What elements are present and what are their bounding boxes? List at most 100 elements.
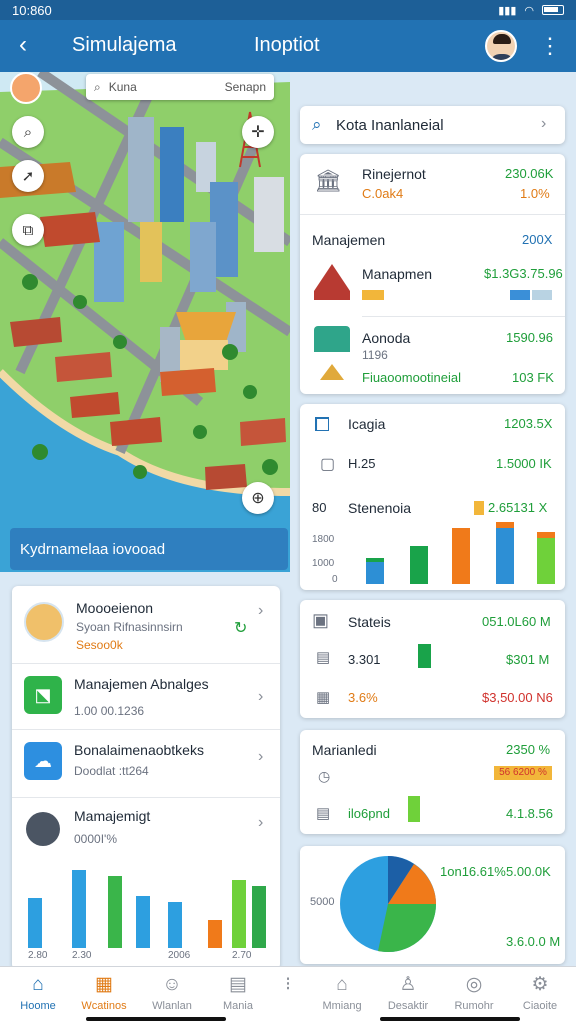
status-badge	[510, 290, 530, 300]
nav-buildings[interactable]: ⌂ Mmiang	[310, 973, 374, 1012]
pie-icon	[26, 812, 60, 846]
finance-section-val: 200X	[522, 232, 553, 247]
nav-records[interactable]: ◎ Rumohr	[442, 973, 506, 1012]
chevron-right-icon: ›	[541, 115, 547, 132]
chart-bar	[72, 870, 86, 948]
stats2-row3-val: $3,50.00 N6	[482, 690, 553, 705]
management-list: Moooeienon Syoan Rifnasinnsirn Sesoo0k ↻…	[12, 586, 280, 970]
list-item-meta: Sesoo0k	[76, 638, 123, 652]
list-item-sub: Doodlat :tt264	[74, 764, 149, 778]
finance-row1-pct: 1.0%	[520, 186, 550, 201]
nav-label: Mania	[223, 1000, 253, 1012]
map-layers-button[interactable]: ⧉	[12, 214, 44, 246]
pie-label1: 1on16.61%	[440, 864, 506, 879]
list-item[interactable]: Moooeienon Syoan Rifnasinnsirn Sesoo0k ↻…	[12, 586, 280, 662]
list-item-title: Bonalaimenaobtkeks	[74, 742, 204, 758]
book-icon: ▤	[229, 974, 247, 995]
nav-activities[interactable]: ▦ Wcatinos	[72, 973, 136, 1012]
nav-profile[interactable]: ♙ Desaktir	[376, 973, 440, 1012]
manage-title: Marianledi	[312, 742, 377, 758]
map-avatar[interactable]	[10, 72, 42, 104]
document-icon: ▤	[316, 805, 331, 822]
district-search[interactable]: ⌕ Kota Inanlaneial ›	[300, 106, 565, 144]
zoom-icon: ⊕	[251, 490, 265, 507]
chart-bar	[452, 528, 470, 584]
list-item[interactable]: ⬔ Manajemen Abnalges 1.00 00.1236 ›	[12, 664, 280, 728]
x-tick: 2006	[168, 950, 191, 961]
document-icon: ▢	[320, 456, 336, 473]
chart-bar	[408, 796, 420, 822]
building-icon: ⌂	[336, 974, 348, 995]
status-badge	[362, 290, 384, 300]
x-tick: 2.80	[28, 950, 48, 961]
nav-label: Wlanlan	[152, 1000, 192, 1012]
map-search-input[interactable]: ⌕ Kuna Senapn	[86, 74, 274, 100]
refresh-icon: ↻	[234, 620, 248, 637]
map-navigate-button[interactable]: ➚	[12, 160, 44, 192]
list-item[interactable]: ☁ Bonalaimenaobtkeks Doodlat :tt264 ›	[12, 730, 280, 796]
stats2-row1-val: 051.0L60 M	[482, 614, 551, 629]
cloud-icon: ☁	[24, 742, 62, 780]
manage-badge: 56 6200 %	[494, 766, 552, 780]
bank-icon: 🏛	[314, 168, 342, 193]
user-avatar[interactable]	[485, 30, 517, 62]
stats1-row2-title: H.25	[348, 456, 376, 471]
chart-bar	[252, 886, 266, 948]
finance-row3-val: 1590.96	[506, 330, 553, 345]
search-icon: ⌕	[23, 123, 33, 141]
chart-bar-cap	[366, 558, 384, 562]
more-menu-button[interactable]: ⋮	[538, 32, 562, 60]
manage-row2-title: ilo6pnd	[348, 806, 390, 821]
pie-val1: 5.00.0K	[506, 864, 551, 879]
map-zoom-button[interactable]: ⊕	[242, 482, 274, 514]
map-pin-button[interactable]: ✛	[242, 116, 274, 148]
nav-people[interactable]: ☺ Wlanlan	[140, 973, 204, 1012]
nav-label: Rumohr	[454, 1000, 494, 1012]
calendar-icon: ▦	[316, 689, 331, 706]
pie-side-label: 5000	[310, 896, 335, 908]
list-item-title: Manajemen Abnalges	[74, 676, 209, 692]
stats2-row3-title: 3.6%	[348, 690, 378, 705]
manage-val: 2350 %	[506, 742, 551, 757]
city-map[interactable]: ⌕ Kuna Senapn ⌕ ➚ ⧉ ✛ ⊕	[0, 72, 290, 572]
back-button[interactable]: ‹	[10, 32, 36, 58]
chart-bar	[410, 546, 428, 584]
map-search-button[interactable]: ⌕	[12, 116, 44, 148]
nav-label: Desaktir	[387, 1000, 429, 1012]
list-item-sub: 0000I'%	[74, 832, 117, 846]
navigate-icon: ➚	[21, 168, 35, 185]
gear-icon: ⚙	[531, 974, 549, 995]
stats1-row3-title: Stenenoia	[348, 500, 412, 516]
pie-val2: 3.6.0.0 M	[506, 934, 561, 949]
search-icon: ⌕	[312, 115, 322, 134]
face-icon: ☺	[162, 974, 182, 995]
x-tick: 2.30	[72, 950, 92, 961]
y-tick: 1800	[312, 534, 335, 545]
chart-bar	[537, 532, 555, 584]
list-item[interactable]: Mamajemigt 0000I'% ›	[12, 798, 280, 862]
map-search-hint: Senapn	[224, 80, 266, 94]
dots-icon: ⁝	[284, 974, 292, 995]
status-badge	[474, 501, 484, 515]
list-item-meta: 1.00 00.1236	[74, 704, 145, 718]
chevron-left-icon: ‹	[19, 31, 27, 58]
stats2-row2-val: $301 M	[506, 652, 550, 667]
finance-row1-val: 230.06K	[505, 166, 554, 181]
nav-settings[interactable]: ⚙ Ciaoite	[508, 973, 572, 1012]
map-banner[interactable]: Kydrnamelaa iovooad	[10, 528, 288, 570]
nav-home[interactable]: ⌂ Hoome	[6, 973, 70, 1012]
stats2-row2-title: 3.301	[348, 652, 381, 667]
district-search-value: Kota Inanlaneial	[336, 117, 444, 134]
finance-section-label: Manajemen	[312, 232, 386, 248]
pin-icon: ✛	[251, 124, 265, 141]
chevron-right-icon: ›	[258, 688, 264, 705]
status-bar: 10:860 ▮▮▮ ◠	[0, 0, 576, 20]
management-card: Marianledi 2350 % ◷ 56 6200 % ▤ ilo6pnd …	[300, 730, 565, 834]
pie-card: 5000 1on16.61% 5.00.0K 3.6.0.0 M	[300, 846, 565, 964]
chart-bar	[232, 880, 246, 948]
x-tick: 2.70	[232, 950, 252, 961]
stats1-row3-prefix: 80	[312, 500, 327, 515]
stats-card: ⧠ Icagia 1203.5X ▢ H.25 1.5000 IK 80 Ste…	[300, 404, 565, 590]
finance-row1-sub: C.0ak4	[362, 186, 404, 201]
roof-icon	[320, 364, 344, 380]
